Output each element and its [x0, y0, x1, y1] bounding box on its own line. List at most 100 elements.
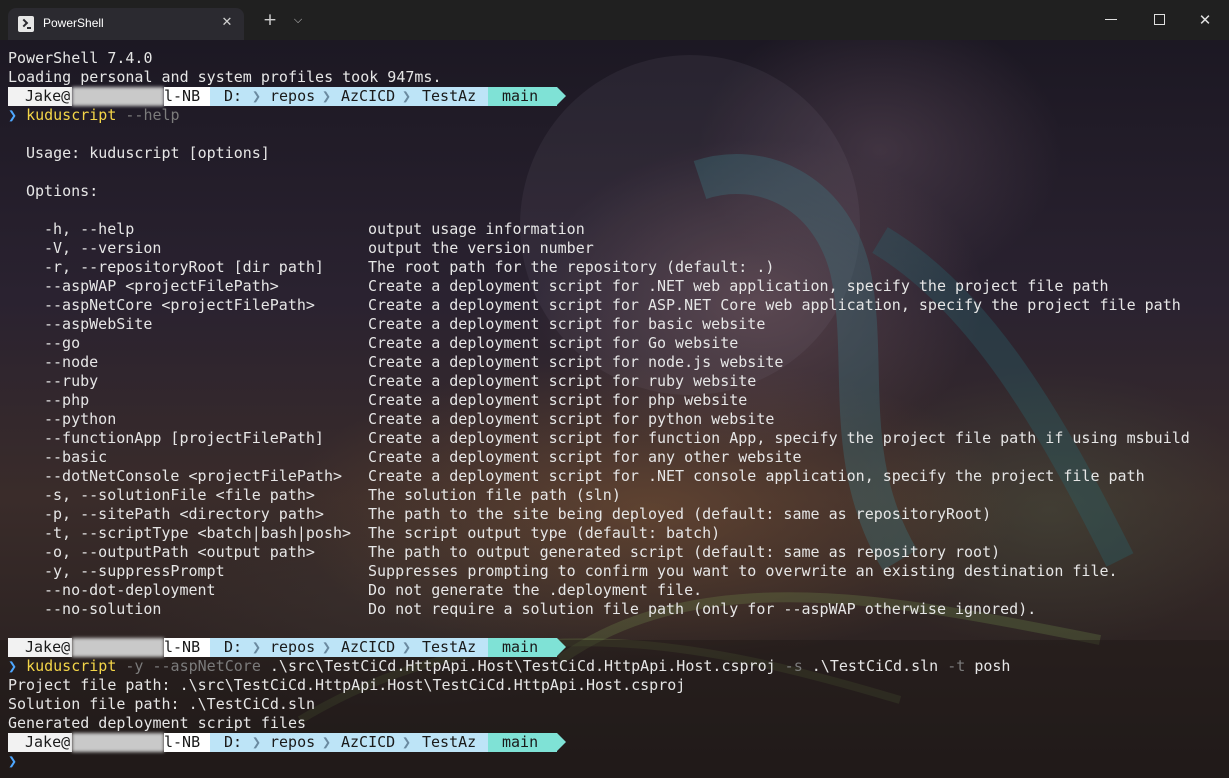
prompt-git-branch: main: [488, 87, 557, 106]
option-description: Create a deployment script for Go websit…: [368, 334, 739, 352]
command-args: --help: [116, 106, 180, 124]
option-description: Create a deployment script for basic web…: [368, 315, 766, 333]
arg-t: -t: [938, 657, 966, 675]
option-description: The script output type (default: batch): [368, 524, 721, 542]
command-line-2: ❯ kuduscript -y --aspNetCore .\src\TestC…: [8, 657, 1010, 676]
title-bar: PowerShell ✕ + ⌵ ✕: [0, 0, 1229, 40]
option-flag: -y, --suppressPrompt: [44, 562, 225, 580]
prompt-user: Jake@: [8, 638, 72, 657]
prompt-end-arrow: [557, 733, 566, 751]
chevron-down-icon[interactable]: ⌵: [288, 10, 308, 30]
option-description: The solution file path (sln): [368, 486, 621, 504]
prompt-dir-1: repos: [270, 87, 316, 105]
option-flag: --no-solution: [44, 600, 162, 618]
path-separator-icon: ❯: [322, 733, 332, 751]
version-line: PowerShell 7.4.0: [8, 49, 153, 67]
maximize-button[interactable]: [1154, 14, 1165, 25]
prompt-drive: D:: [224, 733, 243, 751]
prompt-end-arrow: [557, 638, 566, 656]
option-description: output usage information: [368, 220, 585, 238]
prompt-host-suffix: l-NB: [164, 87, 210, 106]
prompt-drive: D:: [224, 638, 243, 656]
terminal-area[interactable]: PowerShell 7.4.0 Loading personal and sy…: [0, 40, 1229, 778]
prompt-user: Jake@: [8, 87, 72, 106]
prompt-dir-2: AzCICD: [341, 87, 396, 105]
option-flag: -o, --outputPath <output path>: [44, 543, 315, 561]
prompt-user: Jake@: [8, 733, 72, 752]
prompt-dir-1: repos: [270, 638, 316, 656]
option-flag: --aspNetCore <projectFilePath>: [44, 296, 315, 314]
option-description: Suppresses prompting to confirm you want…: [368, 562, 1118, 580]
close-window-button[interactable]: ✕: [1194, 10, 1216, 30]
prompt-dir-3: TestAz: [422, 638, 477, 656]
option-flag: --ruby: [44, 372, 99, 390]
option-flag: --no-dot-deployment: [44, 581, 216, 599]
option-description: The root path for the repository (defaul…: [368, 258, 775, 276]
tab-title: PowerShell: [43, 16, 104, 30]
prompt-dir-1: repos: [270, 733, 316, 751]
path-separator-icon: ❯: [402, 733, 412, 751]
profile-load-line: Loading personal and system profiles too…: [8, 68, 442, 86]
option-description: Do not require a solution file path (onl…: [368, 600, 1037, 618]
path-separator-icon: ❯: [252, 638, 262, 656]
powershell-icon: [18, 16, 34, 32]
option-flag: --aspWAP <projectFilePath>: [44, 277, 279, 295]
arg-solution: .\TestCiCd.sln: [802, 657, 939, 675]
output-solution-path: Solution file path: .\TestCiCd.sln: [8, 695, 316, 713]
prompt-dir-2: AzCICD: [341, 733, 396, 751]
prompt-host-suffix: l-NB: [164, 638, 210, 657]
option-flag: -V, --version: [44, 239, 162, 257]
path-separator-icon: ❯: [322, 638, 332, 656]
option-flag: -p, --sitePath <directory path>: [44, 505, 324, 523]
minimize-button[interactable]: [1105, 19, 1117, 20]
output-generated: Generated deployment script files: [8, 714, 307, 732]
option-description: Create a deployment script for ASP.NET C…: [368, 296, 1181, 314]
prompt-dir-3: TestAz: [422, 87, 477, 105]
option-flag: -t, --scriptType <batch|bash|posh>: [44, 524, 352, 542]
redacted-hostname: [72, 638, 164, 657]
prompt-git-branch: main: [488, 733, 557, 752]
prompt-symbol: ❯: [8, 106, 18, 124]
prompt-host-suffix: l-NB: [164, 733, 210, 752]
option-description: Create a deployment script for .NET cons…: [368, 467, 1145, 485]
arg-y: -y: [116, 657, 144, 675]
option-description: The path to output generated script (def…: [368, 543, 1001, 561]
arg-s: -s: [775, 657, 803, 675]
path-separator-icon: ❯: [402, 87, 412, 105]
arg-aspnetcore: --aspNetCore: [143, 657, 261, 675]
option-description: Create a deployment script for .NET web …: [368, 277, 1109, 295]
option-description: Create a deployment script for ruby webs…: [368, 372, 757, 390]
arg-project-path: .\src\TestCiCd.HttpApi.Host\TestCiCd.Htt…: [260, 657, 776, 675]
command-line-1: ❯ kuduscript --help: [8, 106, 180, 125]
option-flag: --php: [44, 391, 90, 409]
option-description: output the version number: [368, 239, 594, 257]
prompt-dir-3: TestAz: [422, 733, 477, 751]
option-flag: -h, --help: [44, 220, 135, 238]
option-flag: -s, --solutionFile <file path>: [44, 486, 315, 504]
prompt-dir-2: AzCICD: [341, 638, 396, 656]
redacted-hostname: [72, 87, 164, 106]
prompt-end-arrow: [557, 87, 566, 105]
prompt-symbol: ❯: [8, 752, 18, 770]
option-description: Create a deployment script for php websi…: [368, 391, 748, 409]
new-tab-button[interactable]: +: [259, 10, 281, 30]
option-flag: -r, --repositoryRoot [dir path]: [44, 258, 324, 276]
tab-close-icon[interactable]: ✕: [218, 14, 236, 32]
output-project-path: Project file path: .\src\TestCiCd.HttpAp…: [8, 676, 686, 694]
command-line-3[interactable]: ❯: [8, 752, 17, 771]
prompt-symbol: ❯: [8, 657, 18, 675]
option-flag: --aspWebSite: [44, 315, 153, 333]
arg-posh: posh: [965, 657, 1011, 675]
option-description: Do not generate the .deployment file.: [368, 581, 703, 599]
path-separator-icon: ❯: [252, 733, 262, 751]
option-flag: --dotNetConsole <projectFilePath>: [44, 467, 343, 485]
option-flag: --node: [44, 353, 99, 371]
option-description: Create a deployment script for function …: [368, 429, 1190, 447]
option-flag: --go: [44, 334, 81, 352]
tab-powershell[interactable]: PowerShell ✕: [8, 8, 244, 40]
path-separator-icon: ❯: [252, 87, 262, 105]
path-separator-icon: ❯: [322, 87, 332, 105]
option-flag: --functionApp [projectFilePath]: [44, 429, 324, 447]
path-separator-icon: ❯: [402, 638, 412, 656]
option-description: Create a deployment script for node.js w…: [368, 353, 784, 371]
